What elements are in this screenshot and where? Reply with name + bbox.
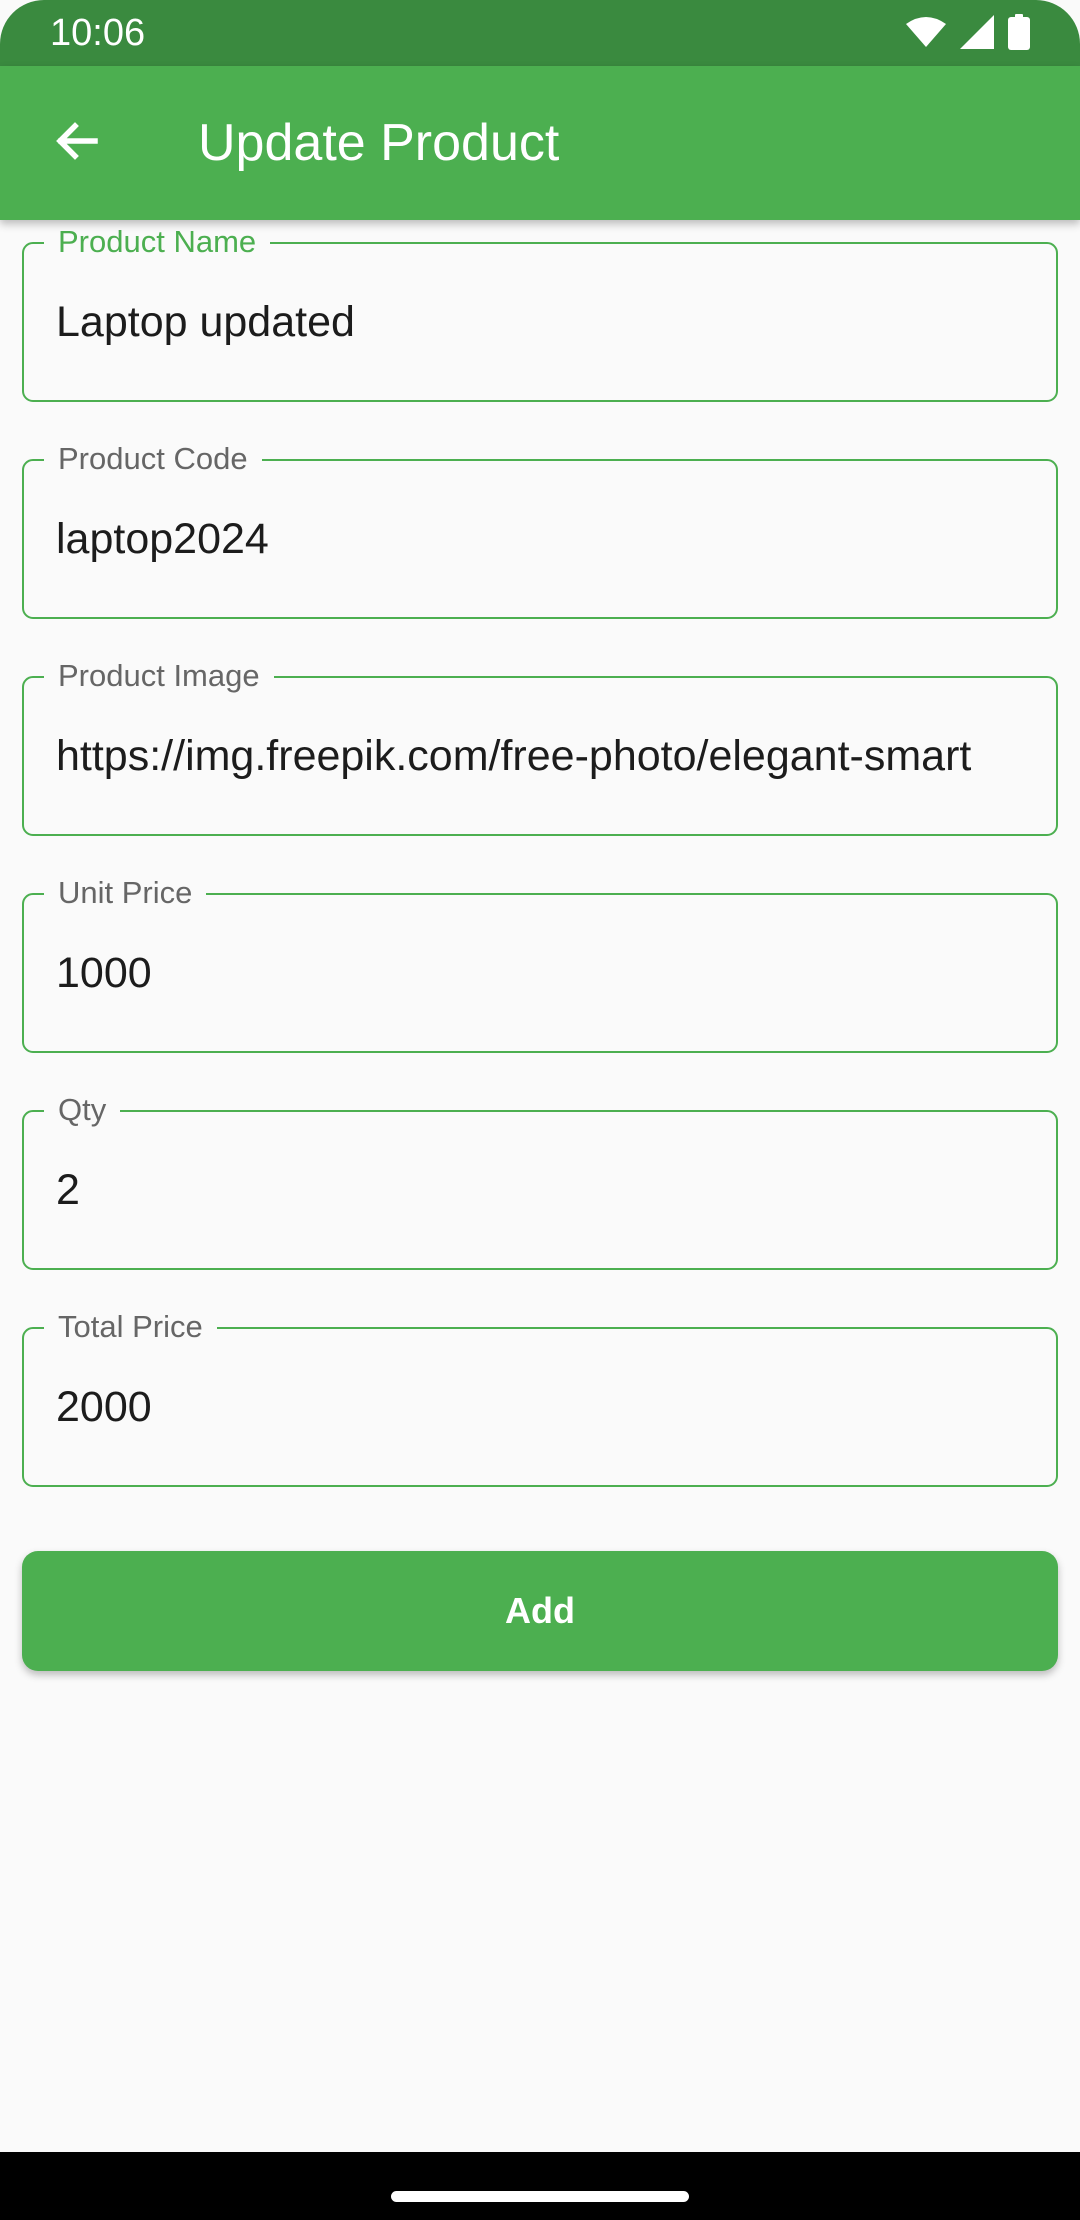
unit-price-label: Unit Price xyxy=(44,876,207,910)
qty-value: 2 xyxy=(56,1166,80,1214)
product-image-field[interactable]: Product Image https://img.freepik.com/fr… xyxy=(22,659,1058,836)
total-price-label: Total Price xyxy=(44,1310,217,1344)
wifi-icon xyxy=(906,16,946,53)
total-price-value: 2000 xyxy=(56,1383,152,1431)
product-name-label: Product Name xyxy=(44,225,271,259)
arrow-back-icon xyxy=(53,117,101,170)
status-bar: 10:06 xyxy=(0,0,1080,66)
back-button[interactable] xyxy=(38,104,116,182)
total-price-field[interactable]: Total Price 2000 xyxy=(22,1310,1058,1487)
unit-price-value: 1000 xyxy=(56,949,152,997)
page-title: Update Product xyxy=(198,114,560,172)
cellular-signal-icon xyxy=(960,15,994,54)
add-button[interactable]: Add xyxy=(22,1551,1058,1671)
qty-field[interactable]: Qty 2 xyxy=(22,1093,1058,1270)
product-code-label: Product Code xyxy=(44,442,262,476)
product-image-label: Product Image xyxy=(44,659,274,693)
status-time: 10:06 xyxy=(50,12,146,54)
unit-price-field[interactable]: Unit Price 1000 xyxy=(22,876,1058,1053)
product-code-field[interactable]: Product Code laptop2024 xyxy=(22,442,1058,619)
product-code-value: laptop2024 xyxy=(56,515,269,563)
system-navigation-bar xyxy=(0,2152,1080,2220)
qty-label: Qty xyxy=(44,1093,121,1127)
battery-icon xyxy=(1008,14,1030,55)
home-gesture-handle[interactable] xyxy=(391,2191,689,2202)
app-bar: Update Product xyxy=(0,66,1080,220)
product-image-value: https://img.freepik.com/free-photo/elega… xyxy=(56,732,972,780)
status-icons xyxy=(906,14,1030,55)
product-name-value: Laptop updated xyxy=(56,298,355,346)
product-name-field[interactable]: Product Name Laptop updated xyxy=(22,225,1058,402)
